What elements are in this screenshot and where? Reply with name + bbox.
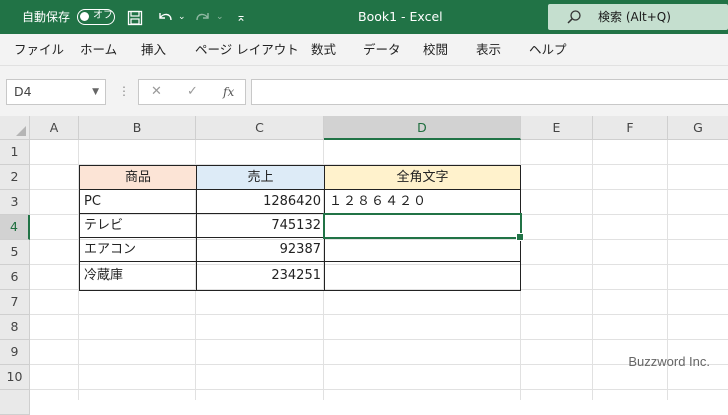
row-header-2[interactable]: 2 (0, 165, 30, 190)
column-header-c[interactable]: C (196, 116, 324, 140)
tab-formulas[interactable]: 数式 (311, 34, 336, 66)
spreadsheet-grid[interactable]: A B C D E F G 1 2 3 4 5 6 7 8 9 10 商品 売上… (0, 116, 728, 415)
autosave-toggle[interactable]: オフ (77, 9, 115, 25)
gridline (592, 140, 593, 400)
chevron-down-icon[interactable]: ▼ (92, 80, 99, 104)
tab-home[interactable]: ホーム (80, 34, 117, 66)
tab-data[interactable]: データ (363, 34, 401, 66)
tab-insert[interactable]: 挿入 (141, 34, 166, 66)
save-icon[interactable] (127, 0, 143, 34)
search-icon (567, 10, 581, 24)
table-cell-zenkaku[interactable] (324, 237, 521, 262)
header-cell-sales[interactable]: 売上 (196, 165, 325, 190)
undo-icon[interactable] (156, 0, 174, 34)
redo-icon (194, 0, 212, 34)
row-header-7[interactable]: 7 (0, 290, 30, 315)
header-cell-zenkaku[interactable]: 全角文字 (324, 165, 521, 190)
tab-help[interactable]: ヘルプ (529, 34, 567, 66)
toggle-knob (80, 12, 89, 21)
ribbon-tabs: ファイル ホーム 挿入 ページ レイアウト 数式 データ 校閲 表示 ヘルプ (0, 34, 728, 66)
formula-buttons: ✕ ✓ fx (138, 79, 246, 105)
table-cell-sales[interactable]: 234251 (196, 261, 325, 291)
enter-icon[interactable]: ✓ (187, 80, 198, 104)
watermark: Buzzword Inc. (628, 354, 710, 369)
table-cell-product[interactable]: 冷蔵庫 (79, 261, 197, 291)
table-cell-zenkaku[interactable] (324, 261, 521, 291)
row-header-4[interactable]: 4 (0, 215, 30, 240)
table-cell-sales[interactable]: 1286420 (196, 189, 325, 214)
name-box-value: D4 (14, 84, 32, 99)
table-cell-product[interactable]: エアコン (79, 237, 197, 262)
autosave-state: オフ (93, 10, 113, 21)
table-cell-product[interactable]: テレビ (79, 213, 197, 238)
gridline (30, 314, 728, 315)
row-header-5[interactable]: 5 (0, 240, 30, 265)
row-header-9[interactable]: 9 (0, 340, 30, 365)
gridline (30, 364, 728, 365)
search-placeholder: 検索 (Alt+Q) (598, 10, 671, 24)
column-header-e[interactable]: E (521, 116, 593, 140)
row-header-8[interactable]: 8 (0, 315, 30, 340)
table-cell-sales[interactable]: 745132 (196, 213, 325, 238)
search-box[interactable]: 検索 (Alt+Q) (548, 4, 728, 30)
column-header-b[interactable]: B (79, 116, 196, 140)
customize-toolbar-icon[interactable]: ⌅ (236, 0, 246, 34)
name-box[interactable]: D4 ▼ (6, 79, 106, 105)
column-header-d[interactable]: D (324, 116, 521, 140)
formula-bar: D4 ▼ ⋮ ✕ ✓ fx (0, 66, 728, 116)
table-cell-zenkaku[interactable]: １２８６４２０ (324, 189, 521, 214)
row-header-11[interactable] (0, 390, 30, 415)
insert-function-icon[interactable]: fx (223, 80, 234, 104)
tab-review[interactable]: 校閲 (423, 34, 448, 66)
more-options-icon[interactable]: ⋮ (118, 79, 130, 103)
header-cell-product[interactable]: 商品 (79, 165, 197, 190)
row-header-1[interactable]: 1 (0, 140, 30, 165)
column-header-f[interactable]: F (593, 116, 668, 140)
tab-page-layout[interactable]: ページ レイアウト (195, 34, 299, 66)
tab-file[interactable]: ファイル (14, 34, 64, 66)
cancel-icon[interactable]: ✕ (151, 80, 162, 104)
autosave-label: 自動保存 (22, 10, 71, 24)
row-header-3[interactable]: 3 (0, 190, 30, 215)
select-all-button[interactable] (0, 116, 30, 140)
undo-dropdown-icon[interactable]: ⌄ (178, 0, 186, 34)
table-cell-product[interactable]: PC (79, 189, 197, 214)
fill-handle[interactable] (516, 233, 524, 241)
column-header-a[interactable]: A (30, 116, 79, 140)
table-cell-sales[interactable]: 92387 (196, 237, 325, 262)
tab-view[interactable]: 表示 (476, 34, 501, 66)
row-header-6[interactable]: 6 (0, 265, 30, 290)
row-header-10[interactable]: 10 (0, 365, 30, 390)
gridline (30, 339, 728, 340)
column-header-g[interactable]: G (668, 116, 728, 140)
active-cell-selection[interactable] (323, 213, 524, 241)
title-bar: 自動保存 オフ ⌄ ⌄ ⌅ Book1 - Excel 検索 (Alt+Q) (0, 0, 728, 34)
gridline (30, 389, 728, 390)
redo-dropdown-icon: ⌄ (216, 12, 224, 22)
window-title: Book1 - Excel (358, 9, 443, 24)
formula-input[interactable] (251, 79, 728, 105)
